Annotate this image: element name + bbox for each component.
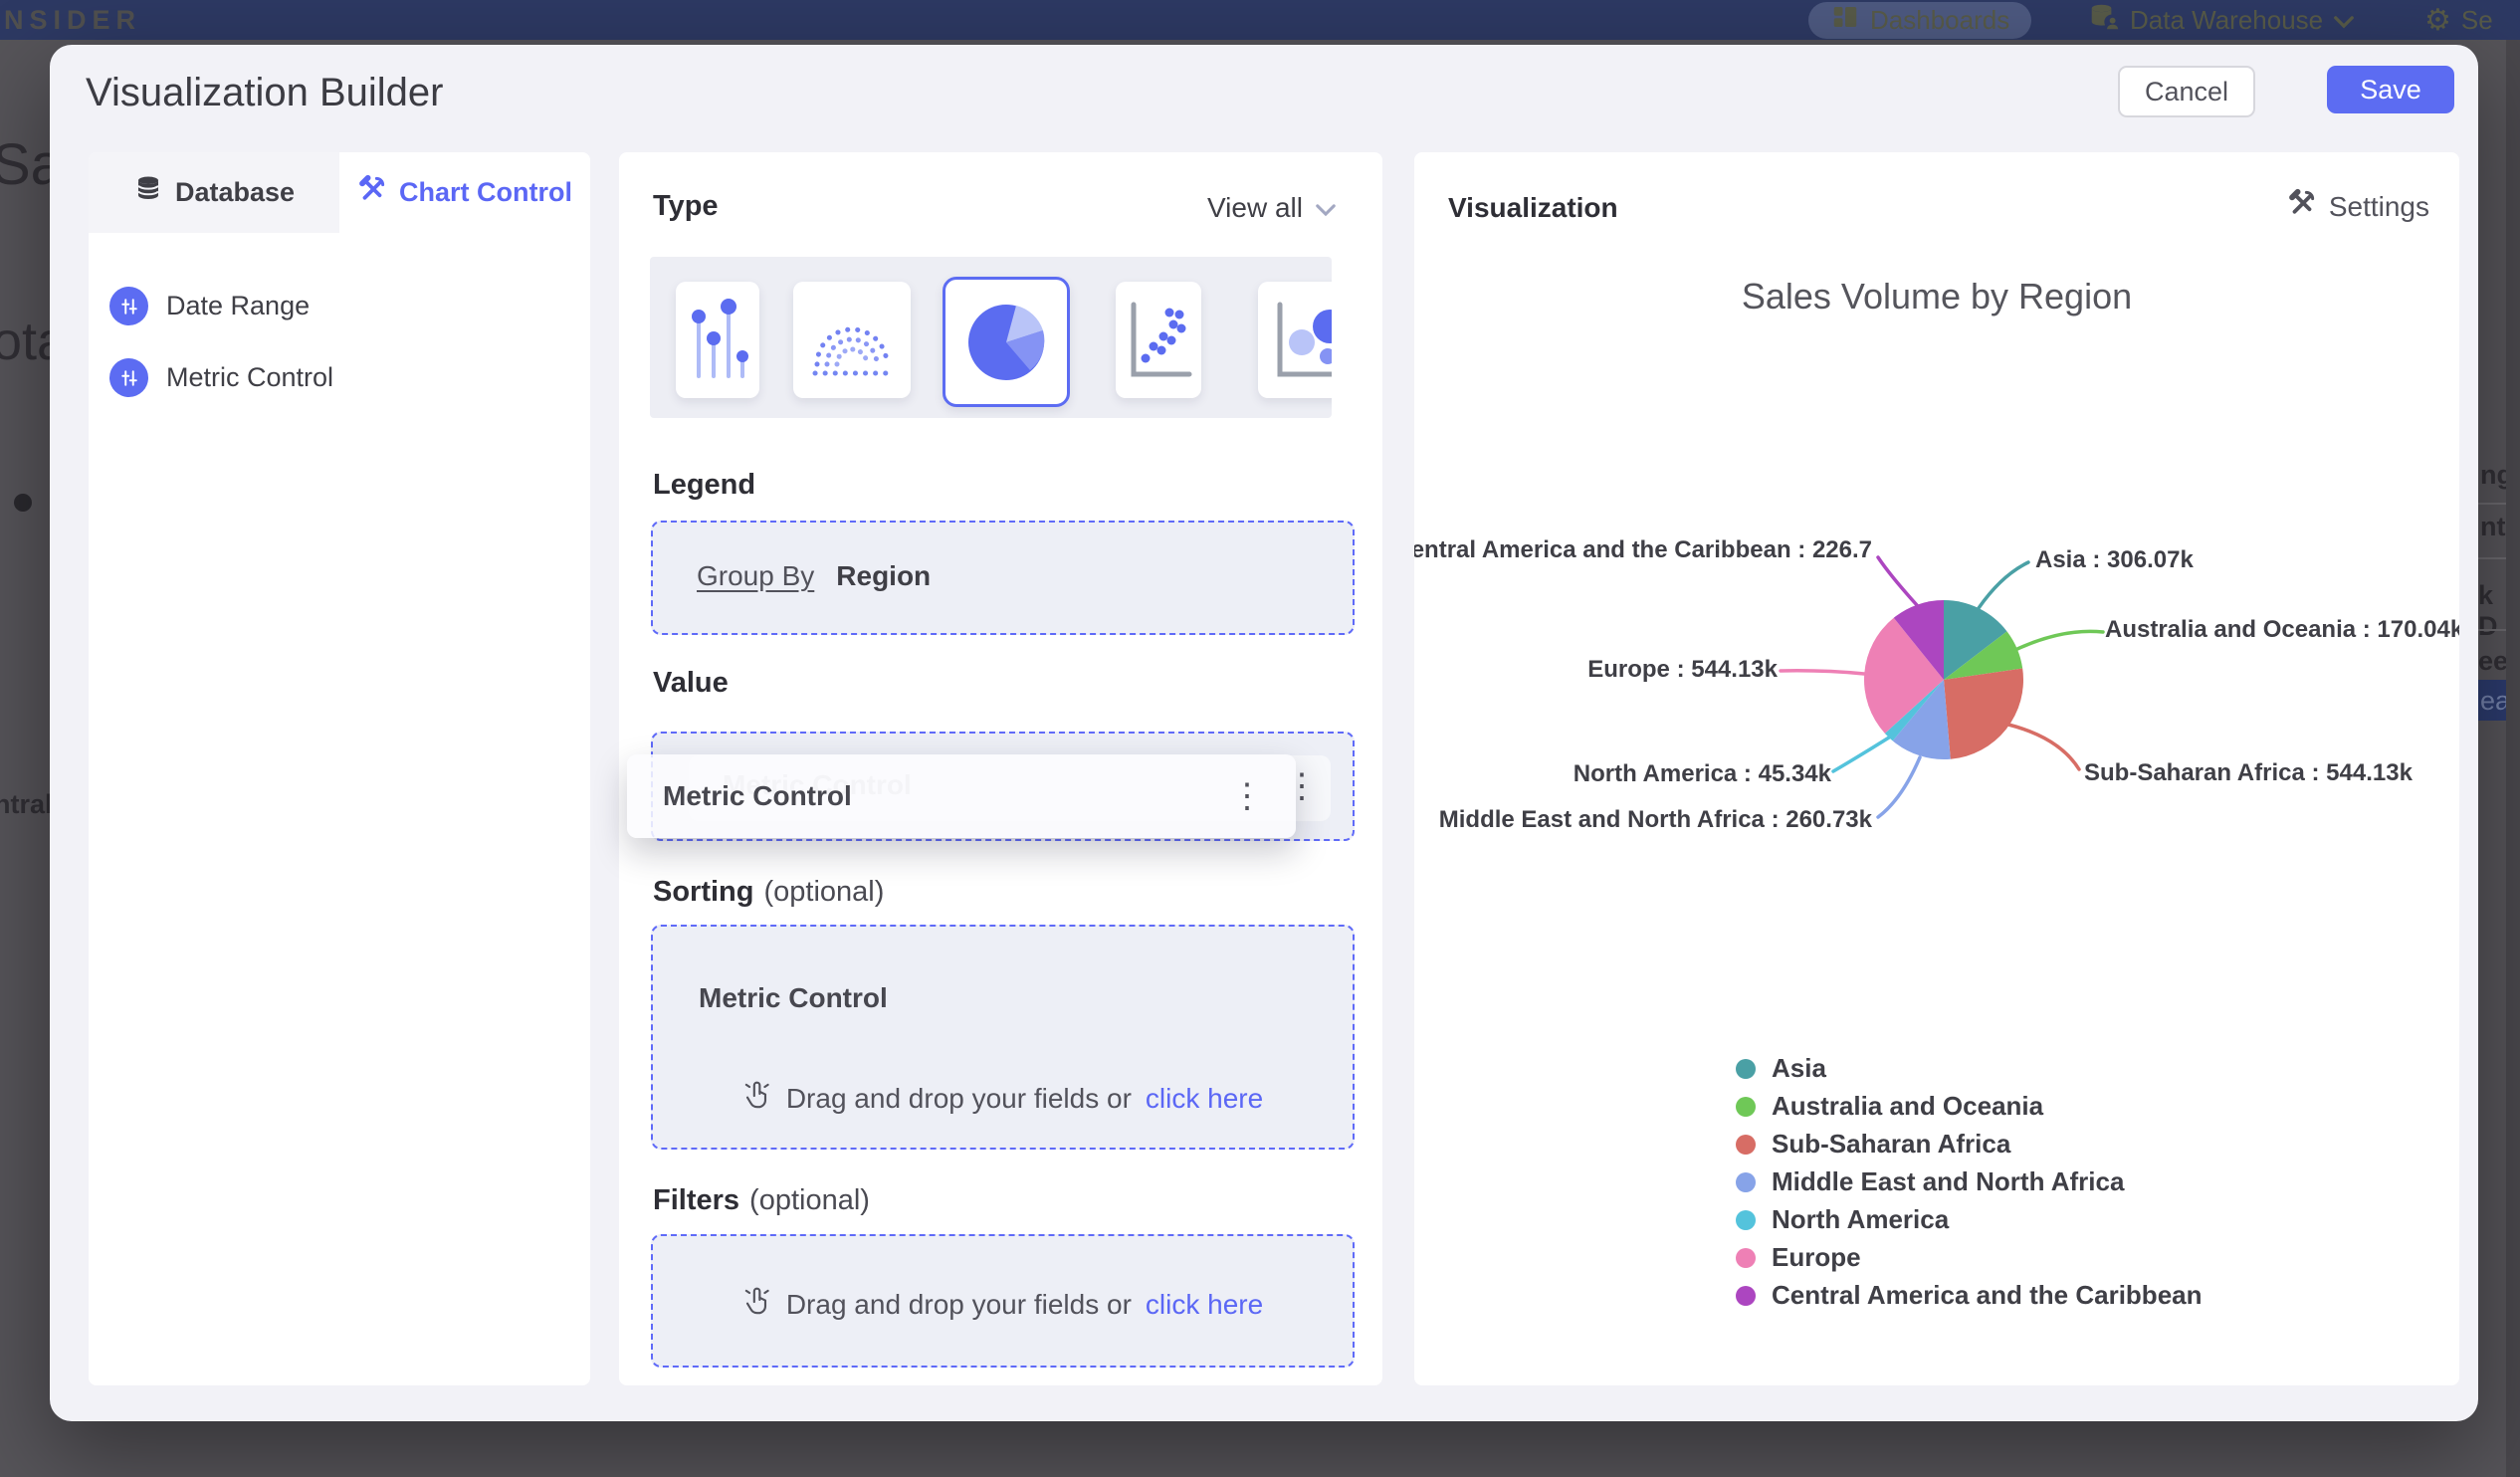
- pie-label-connector-1: [2015, 629, 2105, 651]
- visualization-builder-modal: Visualization Builder Cancel Save Databa…: [50, 45, 2478, 1421]
- visualization-panel: Visualization Settings Sales Volume by R…: [1414, 152, 2459, 1385]
- pie-label: North America : 45.34k: [1573, 760, 1831, 787]
- kebab-menu-icon[interactable]: ⋮: [1230, 779, 1264, 813]
- pie-label: Australia and Oceania : 170.04k: [2105, 616, 2459, 643]
- brand-logo[interactable]: NSIDER: [4, 5, 141, 36]
- pie-label-connector-5: [1779, 669, 1866, 676]
- legend-dot: [1736, 1134, 1756, 1155]
- pie-label: Asia : 306.07k: [2035, 546, 2194, 573]
- filters-drop-zone[interactable]: Drag and drop your fields or click here: [651, 1234, 1355, 1368]
- background-bullet: [14, 494, 32, 512]
- page-title: Visualization Builder: [86, 71, 444, 114]
- gear-icon: ⚙: [2424, 4, 2451, 37]
- nav-item-dashboards[interactable]: Dashboards: [1808, 2, 2032, 39]
- page-scrollbar[interactable]: [2506, 40, 2520, 1477]
- pie-label-connector-6: [1876, 555, 1919, 607]
- pie-label: Sub-Saharan Africa : 544.13k: [2084, 759, 2413, 786]
- chart-type-lollipop[interactable]: [676, 282, 759, 398]
- save-button[interactable]: Save: [2327, 66, 2454, 113]
- legend-item[interactable]: Central America and the Caribbean: [1736, 1280, 2203, 1311]
- sliders-icon: [109, 287, 148, 325]
- legend-dot: [1736, 1285, 1756, 1306]
- nav-item-label: Data Warehouse: [2130, 5, 2324, 35]
- group-by-label[interactable]: Group By: [697, 560, 814, 592]
- chart-type-arc[interactable]: [793, 282, 911, 398]
- tab-chart-control[interactable]: Chart Control: [339, 152, 590, 233]
- sidebar-item-metric-control[interactable]: Metric Control: [109, 358, 333, 397]
- pie-label-connector-0: [1977, 560, 2030, 610]
- tap-hand-icon: [742, 1284, 772, 1325]
- pie-label-connector-3: [1876, 755, 1922, 819]
- view-all-dropdown[interactable]: View all: [1207, 192, 1337, 224]
- dragged-field-label: Metric Control: [663, 780, 852, 811]
- legend-item[interactable]: Europe: [1736, 1242, 1861, 1273]
- pie-label-connector-4: [1831, 736, 1891, 773]
- dragdrop-text: Drag and drop your fields or: [785, 1288, 1132, 1320]
- chart-type-strip: [650, 257, 1332, 418]
- database-icon: [133, 174, 163, 211]
- legend-item[interactable]: Australia and Oceania: [1736, 1091, 2043, 1122]
- hammer-wrench-icon: [357, 174, 387, 211]
- tab-label: Chart Control: [399, 177, 572, 207]
- legend-item[interactable]: Sub-Saharan Africa: [1736, 1129, 2010, 1160]
- optional-suffix: (optional): [749, 1184, 870, 1216]
- view-all-label: View all: [1207, 192, 1303, 223]
- pie-slice-2[interactable]: [1944, 668, 2023, 759]
- top-navbar: NSIDER Dashboards Data Warehouse ⚙ Se: [0, 0, 2520, 40]
- type-section-label: Type: [653, 190, 719, 222]
- chart-type-pie-selected[interactable]: [943, 277, 1070, 407]
- legend-dot: [1736, 1171, 1756, 1192]
- sidebar-item-label: Metric Control: [166, 362, 334, 392]
- legend-section-label: Legend: [653, 469, 756, 501]
- cancel-button[interactable]: Cancel: [2118, 66, 2255, 117]
- sorting-section-label: Sorting: [653, 876, 754, 908]
- pie-label-connector-2: [2006, 723, 2081, 771]
- legend-item[interactable]: Middle East and North Africa: [1736, 1166, 2124, 1197]
- optional-suffix: (optional): [763, 876, 885, 908]
- chevron-down-icon: [1315, 192, 1337, 224]
- tab-label: Database: [174, 177, 296, 207]
- nav-item-label: Dashboards: [1870, 5, 2010, 35]
- legend-item[interactable]: Asia: [1736, 1053, 1826, 1084]
- tap-hand-icon: [742, 1078, 772, 1119]
- fields-sidebar: Database Chart Control Date Range Metric…: [89, 152, 590, 1385]
- dragdrop-click-here-link[interactable]: click here: [1146, 1289, 1263, 1321]
- sorting-field-chip[interactable]: Metric Control: [699, 982, 888, 1014]
- chart-control-panel: Type View all Legend Group By Region Val…: [619, 152, 1382, 1385]
- pie-label: Europe : 544.13k: [1587, 656, 1778, 683]
- value-section-label: Value: [653, 667, 729, 699]
- sidebar-item-date-range[interactable]: Date Range: [109, 287, 310, 325]
- legend-dot: [1736, 1058, 1756, 1079]
- database-user-icon: [2088, 2, 2120, 39]
- legend-dot: [1736, 1247, 1756, 1268]
- background-text-fragment: ntral: [0, 789, 53, 819]
- dragged-field-card[interactable]: Metric Control ⋮: [627, 754, 1296, 838]
- legend-dot: [1736, 1209, 1756, 1230]
- chevron-down-icon: [2333, 5, 2355, 36]
- nav-item-label: Se: [2460, 5, 2493, 35]
- legend-item[interactable]: North America: [1736, 1204, 1949, 1235]
- nav-item-data-warehouse[interactable]: Data Warehouse: [2088, 2, 2355, 39]
- sliders-icon: [109, 358, 148, 397]
- legend-dot: [1736, 1096, 1756, 1117]
- dragdrop-click-here-link[interactable]: click here: [1146, 1083, 1263, 1115]
- filters-section-label: Filters: [653, 1184, 740, 1216]
- sorting-drop-zone[interactable]: Metric Control Drag and drop your fields…: [651, 925, 1355, 1150]
- nav-item-settings[interactable]: ⚙ Se: [2424, 2, 2493, 39]
- sidebar-item-label: Date Range: [166, 291, 311, 320]
- pie-label: Middle East and North Africa : 260.73k: [1438, 806, 1872, 833]
- legend-drop-zone[interactable]: Group By Region: [651, 521, 1355, 635]
- pie-label: Central America and the Caribbean : 226.…: [1414, 536, 1872, 563]
- chart-type-bubble[interactable]: [1258, 282, 1332, 398]
- chart-type-scatter[interactable]: [1116, 282, 1201, 398]
- tab-database[interactable]: Database: [89, 152, 339, 233]
- group-by-value[interactable]: Region: [836, 560, 931, 592]
- grid-icon: [1830, 2, 1860, 39]
- dragdrop-text: Drag and drop your fields or: [785, 1082, 1132, 1114]
